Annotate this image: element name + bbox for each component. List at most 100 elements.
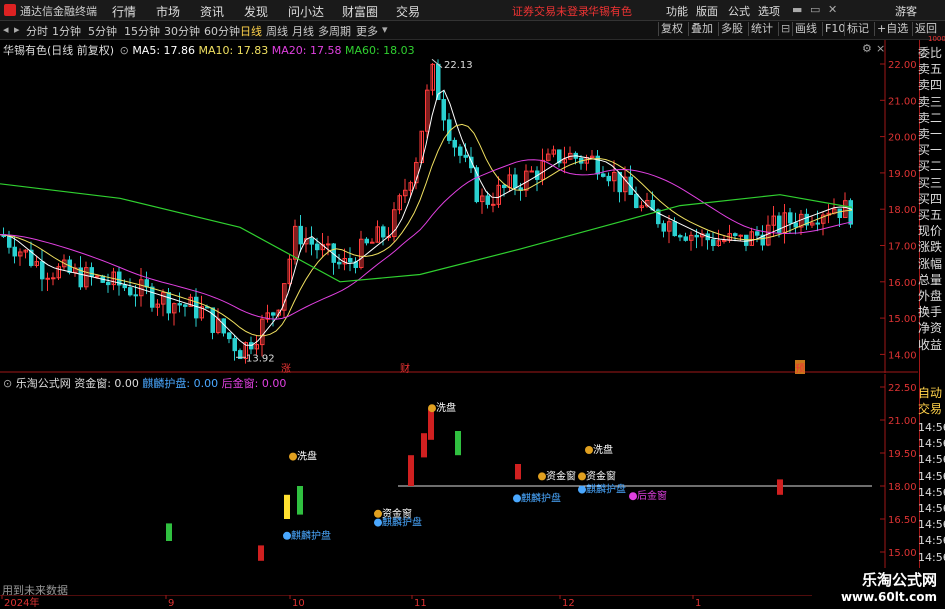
xipan-label: 洗盘	[297, 450, 317, 463]
candle-body	[711, 239, 716, 246]
order-book-row: 卖四	[918, 78, 943, 93]
toolbar-right-arrow-icon[interactable]: ▸	[14, 23, 20, 36]
order-book-row: 买二	[918, 159, 943, 174]
time-tick-label: 9	[168, 598, 174, 609]
time-entry: 14:56	[918, 550, 945, 564]
menu-banmian[interactable]: 版面	[696, 3, 718, 19]
candle-body	[150, 286, 155, 308]
menu-jiaoyi[interactable]: 交易	[396, 3, 420, 20]
indicator-settings-icon[interactable]: ⊙	[3, 377, 12, 390]
indicator-bar	[408, 455, 414, 486]
period-30min[interactable]: 30分钟	[164, 23, 200, 39]
menu-hangqing[interactable]: 行情	[112, 3, 136, 20]
time-axis: 2024年 9 10 11 12 1	[0, 595, 918, 609]
more-dropdown-icon[interactable]: ▾	[382, 23, 388, 36]
header-stock-name: 华锡有色	[588, 5, 632, 18]
tool-biaoji[interactable]: 标记	[844, 22, 871, 36]
candle-body	[309, 238, 314, 245]
event-marker-yu[interactable]: 预	[795, 360, 805, 375]
order-book-row: 买四	[918, 191, 943, 206]
menu-wenxiaoda[interactable]: 问小达	[288, 3, 324, 20]
tool-diejia[interactable]: 叠加	[688, 22, 715, 36]
price-tick-label: 20.00	[888, 133, 917, 144]
toolbar-left-arrow-icon[interactable]: ◂	[3, 23, 9, 36]
period-more[interactable]: 更多	[356, 23, 378, 39]
window-icon[interactable]: ▭	[810, 3, 820, 16]
candle-body	[848, 200, 853, 225]
tool-fanhui[interactable]: 返回	[912, 22, 939, 36]
time-tick-label: 1	[695, 598, 701, 609]
period-toolbar: ◂ ▸ 分时 1分钟 5分钟 15分钟 30分钟 60分钟 日线 周线 月线 多…	[0, 21, 945, 40]
candle-body	[634, 193, 639, 209]
candle-body	[678, 235, 683, 238]
qilin-label: 麒麟护盘	[586, 483, 626, 496]
menu-shichang[interactable]: 市场	[156, 3, 180, 20]
event-marker-cai[interactable]: 财	[400, 360, 410, 375]
indicator-chart[interactable]: 22.5021.0019.5018.0016.5015.00 洗盘洗盘洗盘资金窗…	[0, 374, 918, 595]
indicator-title: 乐淘公式网	[15, 377, 71, 390]
minimize-icon[interactable]: ▬	[792, 3, 802, 16]
period-5min[interactable]: 5分钟	[88, 23, 117, 39]
candle-body	[364, 238, 369, 244]
period-weekly[interactable]: 周线	[266, 23, 288, 39]
period-daily[interactable]: 日线	[240, 23, 262, 39]
candle-body	[183, 304, 188, 307]
panel-close-icon[interactable]: ×	[876, 42, 885, 55]
auto-trade-button[interactable]: 自动 交易	[918, 385, 945, 417]
trade-login-status[interactable]: 证券交易未登录	[512, 3, 589, 19]
indicator-bar	[455, 431, 461, 456]
period-fenshi[interactable]: 分时	[26, 23, 48, 39]
order-book-row: 涨幅	[918, 256, 943, 271]
close-icon[interactable]: ✕	[828, 3, 837, 16]
tool-duogu[interactable]: 多股	[718, 22, 745, 36]
menu-gongneng[interactable]: 功能	[666, 3, 688, 19]
order-book-row: 卖二	[918, 110, 943, 125]
price-tick-label: 21.00	[888, 96, 917, 107]
period-1min[interactable]: 1分钟	[52, 23, 81, 39]
menu-bar: 通达信金融终端 行情 市场 资讯 发现 问小达 财富圈 交易 证券交易未登录 华…	[0, 0, 945, 21]
candle-body	[441, 99, 446, 121]
tool-zoom-icon[interactable]: ⊟	[778, 22, 792, 36]
menu-zixun[interactable]: 资讯	[200, 3, 224, 20]
tool-huaxian[interactable]: 画线	[792, 22, 819, 36]
candle-body	[298, 225, 303, 245]
menu-xuanxiang[interactable]: 选项	[758, 3, 780, 19]
time-entry: 14:56	[918, 502, 945, 516]
menu-faxian[interactable]: 发现	[244, 3, 268, 20]
auto-trade-label-2: 交易	[918, 402, 943, 417]
qilin-label: 麒麟护盘	[521, 491, 561, 504]
zijin-icon	[578, 472, 586, 481]
indicator-bar	[428, 409, 434, 440]
candle-body	[12, 246, 17, 257]
period-monthly[interactable]: 月线	[292, 23, 314, 39]
indicator-bar	[777, 479, 783, 495]
guest-button[interactable]: 游客	[895, 3, 917, 19]
panel-settings-icon[interactable]: ⚙	[862, 42, 872, 55]
candle-body	[51, 277, 56, 280]
tool-add-watchlist[interactable]: +自选	[874, 22, 910, 36]
period-60min[interactable]: 60分钟	[204, 23, 240, 39]
tool-tongji[interactable]: 统计	[748, 22, 775, 36]
period-15min[interactable]: 15分钟	[124, 23, 160, 39]
settings-icon[interactable]: ⊙	[120, 44, 129, 57]
order-book-row: 卖五	[918, 62, 943, 77]
menu-caifuquan[interactable]: 财富圈	[342, 3, 378, 20]
menu-gongshi[interactable]: 公式	[728, 3, 750, 19]
ma5-label: MA5: 17.86	[132, 44, 196, 57]
ma60-label: MA60: 18.03	[344, 44, 415, 57]
time-tick-label: 10	[292, 598, 305, 609]
candle-body	[381, 226, 386, 238]
low-price-label: 13.92	[246, 353, 275, 364]
order-book-row: 卖三	[918, 94, 943, 109]
period-multi[interactable]: 多周期	[318, 23, 351, 39]
order-book-row: 卖一	[918, 127, 943, 142]
candle-body	[606, 175, 611, 182]
candle-body	[7, 235, 12, 248]
candlestick-chart[interactable]: 22.00 21.00 20.00 19.00 18.00 17.00 16.00 15.00…	[0, 40, 918, 373]
price-tick-label: 18.00	[888, 205, 917, 216]
tool-fuquan[interactable]: 复权	[658, 22, 685, 36]
candle-body	[232, 338, 237, 352]
candle-body	[529, 170, 534, 173]
candle-body	[166, 292, 171, 314]
event-marker-zhang[interactable]: 涨	[281, 360, 291, 375]
